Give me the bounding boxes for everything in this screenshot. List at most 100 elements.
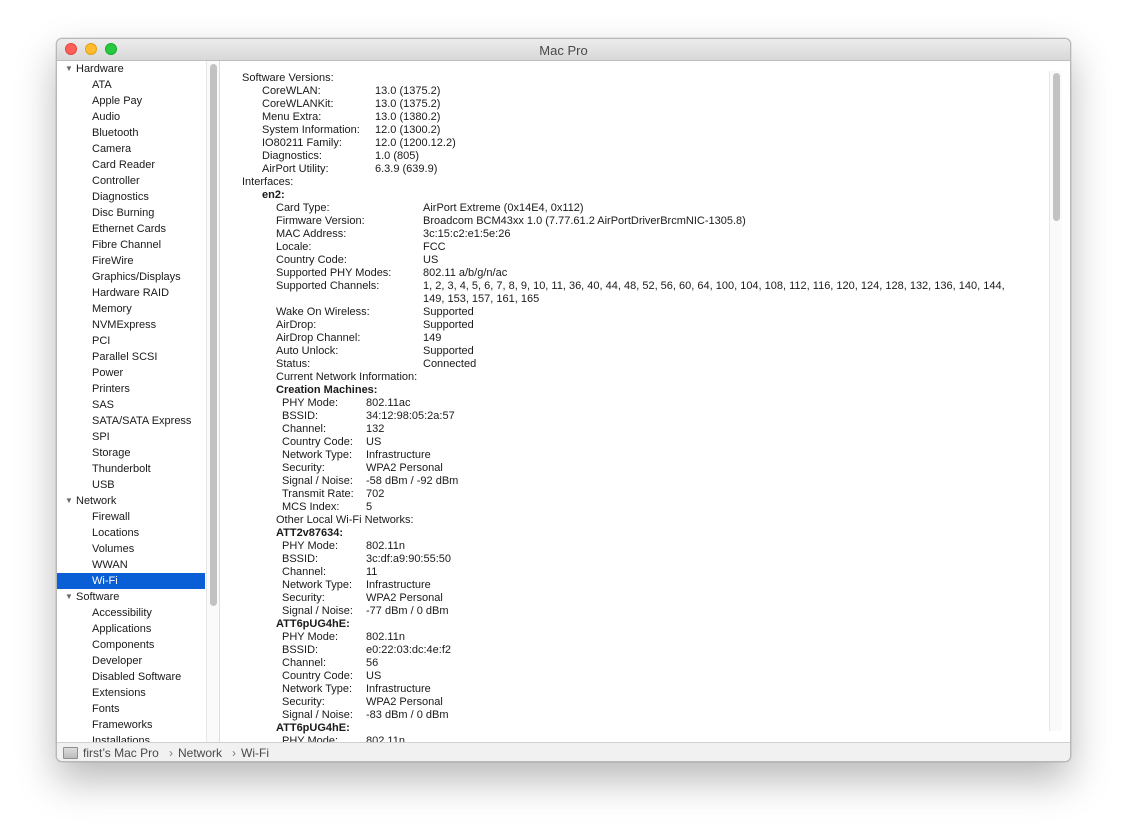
sidebar-item-apple-pay[interactable]: Apple Pay — [57, 93, 205, 109]
sidebar-item-parallel-scsi[interactable]: Parallel SCSI — [57, 349, 205, 365]
info-key: AirPort Utility: — [262, 163, 329, 175]
sidebar-item-firewire[interactable]: FireWire — [57, 253, 205, 269]
sidebar-item-fibre-channel[interactable]: Fibre Channel — [57, 237, 205, 253]
info-value: US — [366, 670, 382, 682]
sidebar-item-controller[interactable]: Controller — [57, 173, 205, 189]
info-value: US — [366, 436, 382, 448]
info-value: 149 — [423, 332, 442, 344]
info-value: Infrastructure — [366, 579, 431, 591]
sidebar-item-developer[interactable]: Developer — [57, 653, 205, 669]
info-key: Other Local Wi-Fi Networks: — [276, 514, 414, 526]
info-row: Other Local Wi-Fi Networks: — [221, 514, 1041, 527]
sidebar-item-audio[interactable]: Audio — [57, 109, 205, 125]
disclosure-triangle-icon[interactable]: ▼ — [65, 589, 76, 605]
sidebar-item-sata-sata-express[interactable]: SATA/SATA Express — [57, 413, 205, 429]
info-row: Menu Extra: 13.0 (1380.2) — [221, 111, 1041, 124]
info-key: Wake On Wireless: — [276, 306, 370, 318]
info-value: 802.11n — [366, 631, 405, 643]
info-value: -77 dBm / 0 dBm — [366, 605, 449, 617]
sidebar-item-sas[interactable]: SAS — [57, 397, 205, 413]
disclosure-triangle-icon[interactable]: ▼ — [65, 61, 76, 77]
sidebar-label: Applications — [92, 623, 152, 635]
sidebar-item-usb[interactable]: USB — [57, 477, 205, 493]
sidebar-item-power[interactable]: Power — [57, 365, 205, 381]
sidebar-label: Thunderbolt — [92, 463, 151, 475]
sidebar-label: Fonts — [92, 703, 120, 715]
sidebar-group-network[interactable]: ▼ Network — [57, 493, 205, 509]
info-key: Supported PHY Modes: — [276, 267, 392, 279]
sidebar-label: Software — [76, 591, 120, 603]
info-value: WPA2 Personal — [366, 696, 443, 708]
sidebar-item-extensions[interactable]: Extensions — [57, 685, 205, 701]
info-row: AirDrop: Supported — [221, 319, 1041, 332]
sidebar-label: Printers — [92, 383, 130, 395]
info-key: Signal / Noise: — [282, 475, 353, 487]
sidebar-item-spi[interactable]: SPI — [57, 429, 205, 445]
info-key: BSSID: — [282, 553, 319, 565]
info-value: Supported — [423, 345, 474, 357]
path-component-network[interactable]: Network — [178, 743, 222, 761]
sidebar-label: Ethernet Cards — [92, 223, 166, 235]
info-row: System Information: 12.0 (1300.2) — [221, 124, 1041, 137]
sidebar-item-printers[interactable]: Printers — [57, 381, 205, 397]
info-key: Menu Extra: — [262, 111, 322, 123]
sidebar-item-thunderbolt[interactable]: Thunderbolt — [57, 461, 205, 477]
info-key: MAC Address: — [276, 228, 347, 240]
sidebar-item-camera[interactable]: Camera — [57, 141, 205, 157]
info-value: Supported — [423, 306, 474, 318]
info-row: Supported Channels: 1, 2, 3, 4, 5, 6, 7, … — [221, 280, 1041, 293]
sidebar-group-hardware[interactable]: ▼ Hardware — [57, 61, 205, 77]
sidebar-item-disc-burning[interactable]: Disc Burning — [57, 205, 205, 221]
path-component-first-s-mac-pro[interactable]: first’s Mac Pro — [83, 743, 159, 761]
info-value: 3c:15:c2:e1:5e:26 — [423, 228, 511, 240]
sidebar-item-ata[interactable]: ATA — [57, 77, 205, 93]
info-key: Card Type: — [276, 202, 330, 214]
sidebar-scrollbar[interactable] — [206, 61, 220, 742]
sidebar-item-fonts[interactable]: Fonts — [57, 701, 205, 717]
sidebar-item-disabled-software[interactable]: Disabled Software — [57, 669, 205, 685]
sidebar-item-frameworks[interactable]: Frameworks — [57, 717, 205, 733]
sidebar-item-wwan[interactable]: WWAN — [57, 557, 205, 573]
info-key: Signal / Noise: — [282, 709, 353, 721]
info-key: Signal / Noise: — [282, 605, 353, 617]
detail-pane: Software Versions: CoreWLAN: 13.0 (1375.2)… — [221, 61, 1070, 742]
sidebar-item-hardware-raid[interactable]: Hardware RAID — [57, 285, 205, 301]
sidebar-item-pci[interactable]: PCI — [57, 333, 205, 349]
window-title: Mac Pro — [539, 43, 588, 58]
info-row: Security: WPA2 Personal — [221, 592, 1041, 605]
sidebar-item-diagnostics[interactable]: Diagnostics — [57, 189, 205, 205]
info-value: 13.0 (1375.2) — [375, 98, 441, 110]
sidebar-item-graphics-displays[interactable]: Graphics/Displays — [57, 269, 205, 285]
info-value: 802.11n — [366, 735, 405, 742]
sidebar-item-memory[interactable]: Memory — [57, 301, 205, 317]
info-row: Firmware Version: Broadcom BCM43xx 1.0 (7… — [221, 215, 1041, 228]
sidebar-item-storage[interactable]: Storage — [57, 445, 205, 461]
detail-scroll-thumb[interactable] — [1053, 73, 1060, 221]
detail-scrollbar[interactable] — [1049, 71, 1062, 731]
sidebar-item-applications[interactable]: Applications — [57, 621, 205, 637]
info-row: ATT2v87634: — [221, 527, 1041, 540]
sidebar-item-firewall[interactable]: Firewall — [57, 509, 205, 525]
disclosure-triangle-icon[interactable]: ▼ — [65, 493, 76, 509]
sidebar-item-nvmexpress[interactable]: NVMExpress — [57, 317, 205, 333]
sidebar-scroll-thumb[interactable] — [210, 64, 217, 606]
sidebar-item-volumes[interactable]: Volumes — [57, 541, 205, 557]
path-component-wi-fi[interactable]: Wi-Fi — [241, 743, 269, 761]
sidebar-item-card-reader[interactable]: Card Reader — [57, 157, 205, 173]
info-value: Broadcom BCM43xx 1.0 (7.77.61.2 AirPortD… — [423, 215, 746, 227]
sidebar-item-installations[interactable]: Installations — [57, 733, 205, 742]
sidebar-group-software[interactable]: ▼ Software — [57, 589, 205, 605]
sidebar-item-ethernet-cards[interactable]: Ethernet Cards — [57, 221, 205, 237]
sidebar-item-bluetooth[interactable]: Bluetooth — [57, 125, 205, 141]
sidebar-item-wi-fi[interactable]: Wi-Fi — [57, 573, 205, 589]
info-value: -83 dBm / 0 dBm — [366, 709, 449, 721]
sidebar-label: Hardware — [76, 63, 124, 75]
info-key: Channel: — [282, 423, 327, 435]
sidebar-item-accessibility[interactable]: Accessibility — [57, 605, 205, 621]
sidebar-item-components[interactable]: Components — [57, 637, 205, 653]
info-row: Security: WPA2 Personal — [221, 462, 1041, 475]
info-row: AirPort Utility: 6.3.9 (639.9) — [221, 163, 1041, 176]
sidebar: ▼ Hardware ATA Apple Pay Audio Bluetooth Camer… — [57, 61, 205, 742]
sidebar-item-locations[interactable]: Locations — [57, 525, 205, 541]
info-row: ATT6pUG4hE: — [221, 618, 1041, 631]
